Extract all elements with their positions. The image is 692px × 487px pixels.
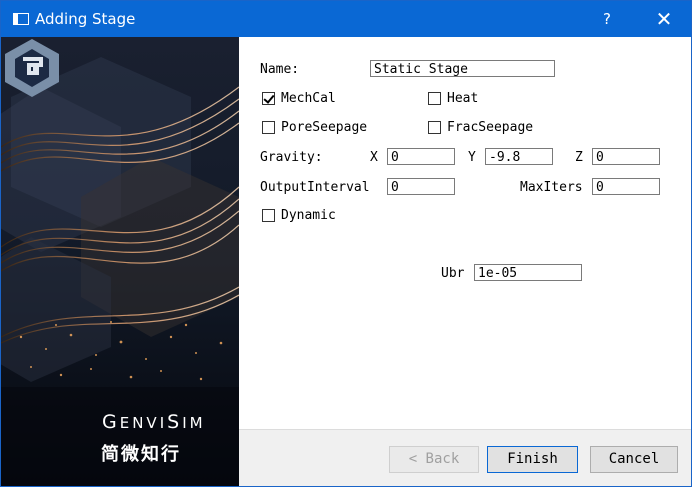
ubr-input[interactable]: 1e-05	[474, 264, 582, 281]
poreseepage-checkbox[interactable]	[262, 121, 275, 134]
mechcal-checkbox[interactable]	[262, 92, 275, 105]
help-button[interactable]: ?	[585, 1, 629, 37]
name-label: Name:	[260, 62, 300, 77]
cancel-button[interactable]: Cancel	[590, 446, 678, 473]
maxiters-label: MaxIters	[520, 180, 583, 195]
gravity-label: Gravity:	[260, 150, 323, 165]
finish-button[interactable]: Finish	[487, 446, 578, 473]
logo-text-en: GENVISIM	[102, 411, 206, 433]
gravity-x-label: X	[370, 150, 378, 165]
gravity-y-label: Y	[468, 150, 476, 165]
maxiters-input[interactable]: 0	[592, 178, 660, 195]
window-title: Adding Stage	[35, 10, 136, 28]
fracseepage-checkbox[interactable]	[428, 121, 441, 134]
button-bar: < Back Finish Cancel	[239, 429, 691, 486]
stage-form: Name: Static Stage MechCal Heat PoreSeep…	[239, 37, 691, 429]
heat-checkbox[interactable]	[428, 92, 441, 105]
adding-stage-dialog: Adding Stage ? ✕ GENVISIM 简微知行 Name: Sta…	[0, 0, 692, 487]
title-bar: Adding Stage ? ✕	[1, 1, 691, 37]
mechcal-label: MechCal	[281, 91, 336, 106]
name-input[interactable]: Static Stage	[370, 60, 555, 77]
gravity-x-input[interactable]: 0	[387, 148, 455, 165]
logo-text-cn: 简微知行	[101, 444, 181, 465]
gravity-z-label: Z	[575, 150, 583, 165]
gravity-z-input[interactable]: 0	[592, 148, 660, 165]
gravity-y-input[interactable]: -9.8	[485, 148, 553, 165]
fracseepage-label: FracSeepage	[447, 120, 534, 135]
wizard-side-image: GENVISIM 简微知行	[1, 37, 239, 486]
genvisim-logo-icon	[5, 39, 59, 97]
output-interval-label: OutputInterval	[260, 180, 370, 195]
close-button[interactable]: ✕	[641, 1, 687, 37]
heat-label: Heat	[447, 91, 479, 106]
dynamic-label: Dynamic	[281, 208, 336, 223]
output-interval-input[interactable]: 0	[387, 178, 455, 195]
app-window-icon	[13, 13, 29, 25]
ubr-label: Ubr	[441, 266, 465, 281]
dynamic-checkbox[interactable]	[262, 209, 275, 222]
poreseepage-label: PoreSeepage	[281, 120, 368, 135]
back-button[interactable]: < Back	[389, 446, 479, 473]
